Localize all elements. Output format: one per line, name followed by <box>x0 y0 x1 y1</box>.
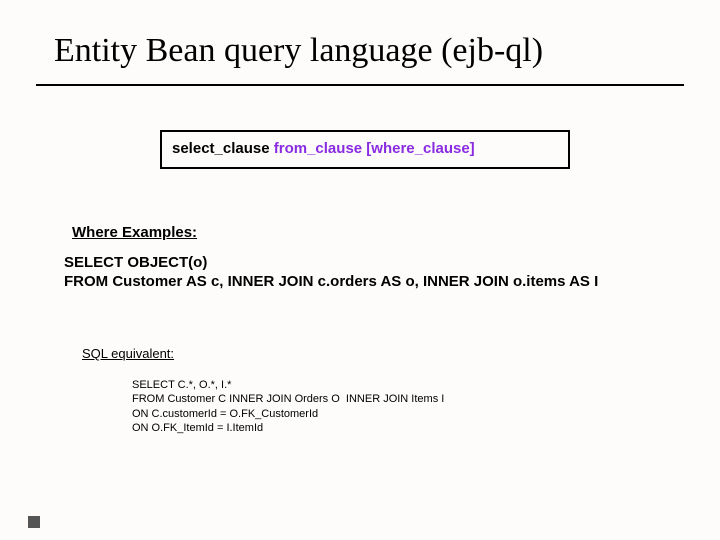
sql-equivalent-heading: SQL equivalent: <box>82 346 174 361</box>
ejbql-line: SELECT OBJECT(o) <box>64 254 207 271</box>
syntax-from-where-clause: from_clause [where_clause] <box>274 140 475 157</box>
sql-equivalent-body: SELECT C.*, O.*, I.* FROM Customer C INN… <box>132 378 444 435</box>
slide-title: Entity Bean query language (ejb-ql) <box>54 32 543 70</box>
syntax-select-clause: select_clause <box>172 140 274 157</box>
sql-line: ON O.FK_ItemId = I.ItemId <box>132 422 263 434</box>
sql-line: FROM Customer C INNER JOIN Orders O INNE… <box>132 393 444 405</box>
ejbql-line: FROM Customer AS c, INNER JOIN c.orders … <box>64 273 598 290</box>
sql-line: SELECT C.*, O.*, I.* <box>132 379 231 391</box>
where-examples-heading: Where Examples: <box>72 224 197 241</box>
slide-corner-marker <box>28 516 40 528</box>
syntax-box: select_clause from_clause [where_clause] <box>160 130 570 169</box>
ejbql-example: SELECT OBJECT(o) FROM Customer AS c, INN… <box>64 254 598 292</box>
sql-line: ON C.customerId = O.FK_CustomerId <box>132 408 318 420</box>
title-underline <box>36 84 684 86</box>
